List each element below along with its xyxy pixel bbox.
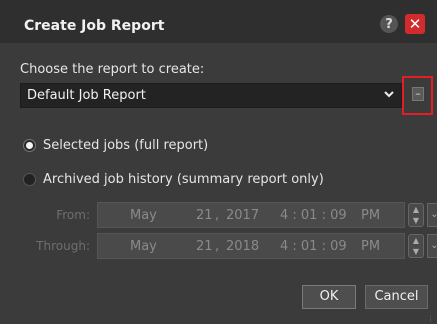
chevron-down-icon: ⌄ bbox=[430, 240, 437, 251]
through-ampm: PM bbox=[361, 239, 381, 254]
through-year: 2018 bbox=[226, 239, 260, 254]
archived-history-radio[interactable] bbox=[23, 173, 36, 186]
from-date-row: From: May 21 , 2017 4 : 01 : 09 PM ▲ ▼ ⌄ bbox=[20, 202, 437, 229]
selected-jobs-label: Selected jobs (full report) bbox=[43, 138, 209, 153]
resize-grip-icon[interactable]: ⋮ bbox=[427, 315, 435, 323]
from-date-field[interactable]: May 21 , 2017 4 : 01 : 09 PM bbox=[97, 202, 405, 228]
report-select-value: Default Job Report bbox=[27, 88, 146, 103]
remove-report-button[interactable]: – bbox=[412, 87, 424, 101]
archived-history-label: Archived job history (summary report onl… bbox=[43, 172, 324, 187]
through-time: 4 : 01 : 09 bbox=[280, 239, 347, 254]
chevron-down-icon bbox=[383, 86, 395, 108]
spin-down-icon[interactable]: ▼ bbox=[409, 246, 423, 257]
from-spinner[interactable]: ▲ ▼ bbox=[408, 203, 424, 227]
from-ampm: PM bbox=[361, 208, 381, 223]
through-label: Through: bbox=[36, 239, 90, 253]
from-time: 4 : 01 : 09 bbox=[280, 208, 347, 223]
selected-jobs-option[interactable]: Selected jobs (full report) bbox=[23, 138, 208, 153]
through-spinner[interactable]: ▲ ▼ bbox=[408, 234, 424, 258]
ok-button[interactable]: OK bbox=[302, 285, 356, 309]
report-select[interactable]: Default Job Report bbox=[20, 83, 402, 108]
archived-history-option[interactable]: Archived job history (summary report onl… bbox=[23, 172, 324, 187]
help-button[interactable]: ? bbox=[380, 15, 398, 33]
through-date-field[interactable]: May 21 , 2018 4 : 01 : 09 PM bbox=[97, 233, 405, 259]
close-button[interactable]: ✕ bbox=[405, 14, 425, 34]
from-date-sep: , bbox=[215, 208, 220, 223]
from-day: 21 bbox=[196, 208, 213, 223]
spin-up-icon[interactable]: ▲ bbox=[409, 235, 423, 246]
through-month: May bbox=[130, 239, 157, 254]
from-year: 2017 bbox=[226, 208, 260, 223]
through-calendar-dropdown[interactable]: ⌄ bbox=[427, 234, 437, 258]
help-icon: ? bbox=[385, 16, 393, 32]
spin-up-icon[interactable]: ▲ bbox=[409, 204, 423, 215]
spin-down-icon[interactable]: ▼ bbox=[409, 215, 423, 226]
report-prompt-label: Choose the report to create: bbox=[20, 62, 205, 77]
dialog-title: Create Job Report bbox=[24, 18, 165, 34]
from-month: May bbox=[130, 208, 157, 223]
selected-jobs-radio[interactable] bbox=[23, 139, 36, 152]
title-bar[interactable]: Create Job Report ? ✕ bbox=[0, 0, 437, 43]
highlight-box: – bbox=[402, 76, 433, 115]
from-calendar-dropdown[interactable]: ⌄ bbox=[427, 203, 437, 227]
chevron-down-icon: ⌄ bbox=[430, 209, 437, 220]
through-date-row: Through: May 21 , 2018 4 : 01 : 09 PM ▲ … bbox=[20, 233, 437, 260]
create-job-report-dialog: Create Job Report ? ✕ Choose the report … bbox=[0, 0, 437, 324]
from-label: From: bbox=[56, 208, 90, 222]
through-date-sep: , bbox=[215, 239, 220, 254]
close-icon: ✕ bbox=[408, 15, 422, 33]
through-day: 21 bbox=[196, 239, 213, 254]
cancel-button[interactable]: Cancel bbox=[365, 285, 428, 309]
